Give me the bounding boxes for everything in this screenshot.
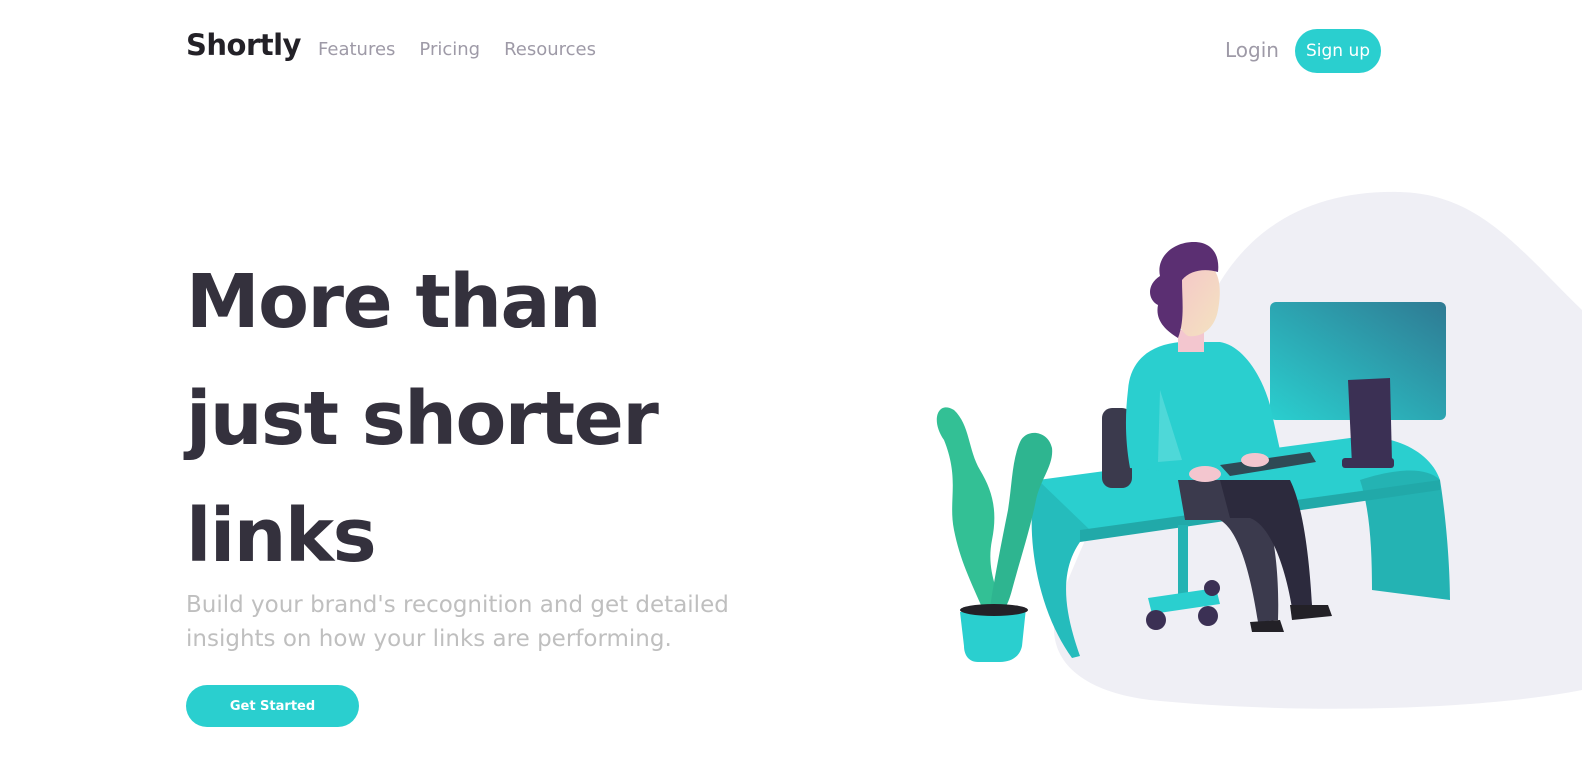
get-started-button[interactable]: Get Started (186, 685, 359, 727)
plant-pot-top (960, 604, 1028, 616)
login-link[interactable]: Login (1225, 38, 1279, 62)
hero-subtitle: Build your brand's recognition and get d… (186, 592, 729, 652)
illustration-svg (936, 191, 1582, 709)
hero-title: More than just shorter links (186, 244, 746, 595)
person-hand (1189, 466, 1221, 482)
person-hand (1241, 453, 1269, 467)
nav-link-pricing[interactable]: Pricing (419, 39, 480, 60)
nav-link-features[interactable]: Features (318, 39, 395, 60)
monitor-base (1342, 458, 1394, 468)
signup-button[interactable]: Sign up (1295, 29, 1381, 73)
plant-pot (960, 608, 1026, 662)
plant-leaf (936, 407, 1002, 612)
hero-title-line: just shorter (186, 376, 659, 462)
nav-link-resources[interactable]: Resources (504, 39, 596, 60)
chair-wheel (1198, 606, 1218, 626)
chair-stem (1178, 525, 1188, 595)
chair-wheel (1146, 610, 1166, 630)
chair-wheel (1204, 580, 1220, 596)
monitor-stand (1348, 378, 1392, 465)
hero-title-line: More than (186, 259, 602, 345)
person-working-illustration (920, 180, 1582, 720)
person-shoe (1250, 620, 1284, 632)
main-nav: Features Pricing Resources (318, 39, 596, 60)
site-header: Shortly Features Pricing Resources Login… (0, 0, 1582, 104)
hero-title-line: links (186, 493, 377, 579)
logo[interactable]: Shortly (186, 28, 301, 62)
